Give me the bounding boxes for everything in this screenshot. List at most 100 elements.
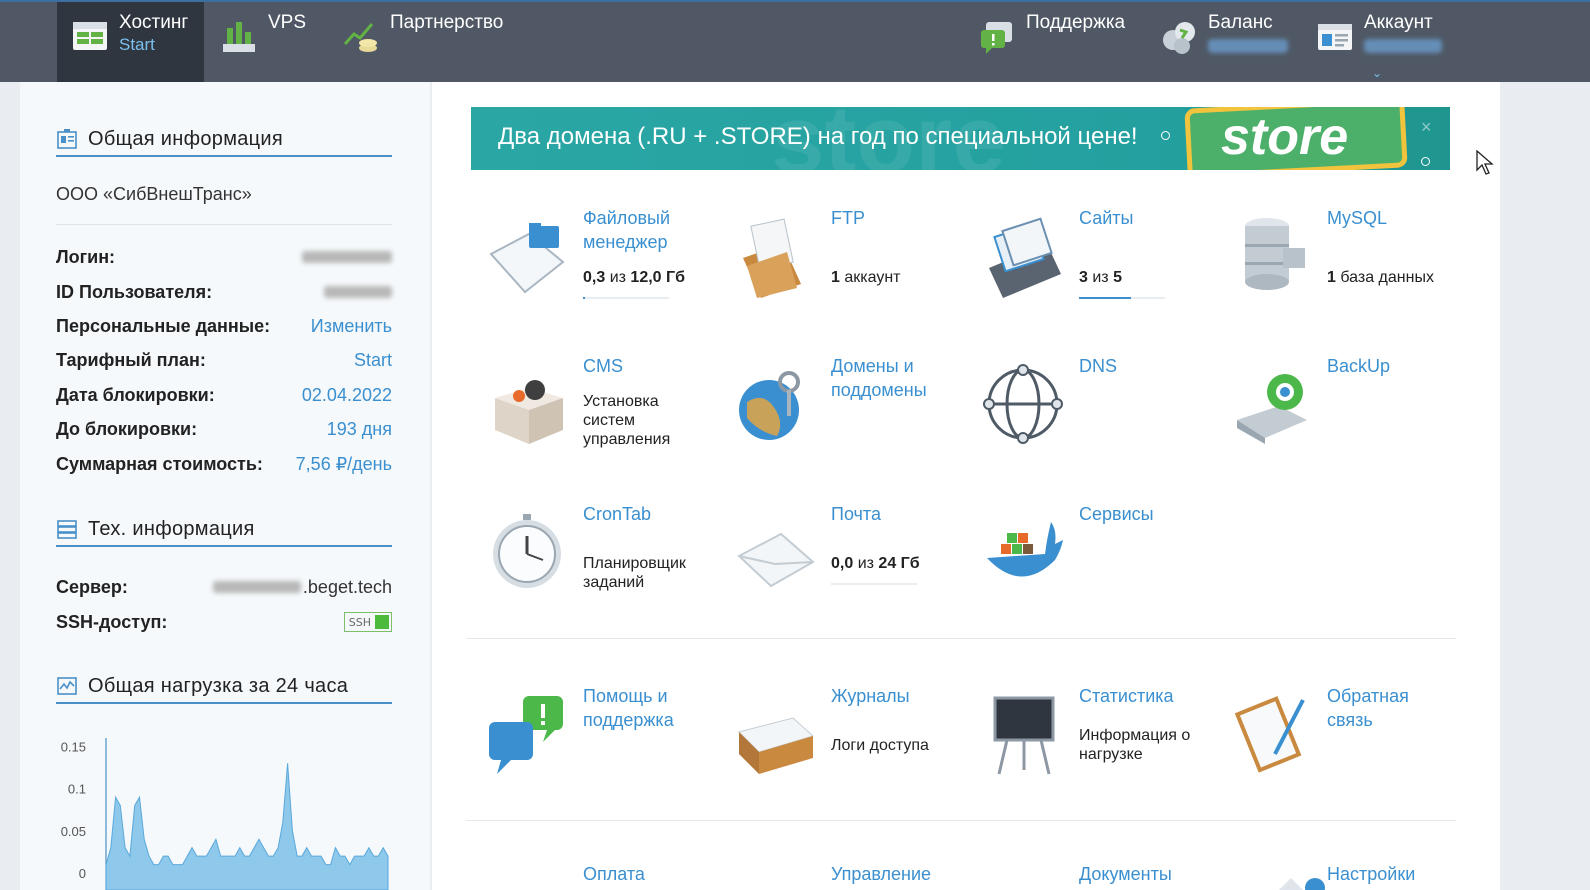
nav-hosting-plan: Start — [119, 35, 155, 54]
total-cost-label: Суммарная стоимость: — [56, 453, 263, 474]
tile-dns[interactable]: DNS — [967, 354, 1207, 484]
y-tick-label: 0 — [79, 866, 86, 881]
info-row-personal-data: Персональные данные: Изменить — [56, 313, 392, 339]
nav-partnership[interactable]: Партнерство — [342, 2, 522, 82]
tile-usage: 0,3 из 12,0 Гб — [583, 269, 685, 286]
tile-description: Установка систем управления — [583, 393, 671, 448]
block-date-label: Дата блокировки: — [56, 384, 215, 405]
chevron-down-icon[interactable]: ⌄ — [1372, 66, 1382, 80]
usage-bar — [583, 297, 669, 299]
nav-vps-label: VPS — [268, 12, 307, 33]
tile-settings[interactable]: Настройки — [1215, 862, 1455, 890]
login-value-redacted — [302, 251, 392, 263]
tile-title: Сервисы — [1079, 504, 1154, 524]
company-name: ООО «СибВнешТранс» — [56, 184, 252, 204]
tile-documents[interactable]: Документы — [967, 862, 1207, 890]
tile-domains[interactable]: Домены и поддомены — [719, 354, 959, 484]
tile-mysql[interactable]: MySQL 1 база данных — [1215, 206, 1455, 336]
tile-file-manager[interactable]: Файловый менеджер 0,3 из 12,0 Гб — [471, 206, 711, 336]
days-left-link[interactable]: 193 дня — [327, 419, 392, 440]
settings-icon — [1279, 878, 1325, 890]
user-id-label: ID Пользователя: — [56, 281, 213, 302]
tile-cms[interactable]: CMS Установка систем управления — [471, 354, 711, 484]
edit-personal-data-link[interactable]: Изменить — [311, 316, 392, 337]
banner-decor-dot — [1161, 131, 1170, 140]
info-row-ssh: SSH-доступ: SSH — [56, 609, 392, 635]
tile-title: Оплата — [583, 864, 645, 884]
tile-crontab[interactable]: CronTab Планировщик заданий — [471, 502, 711, 632]
info-row-days-left: До блокировки: 193 дня — [56, 416, 392, 442]
server-prefix-redacted — [212, 581, 301, 593]
tile-title: CMS — [583, 356, 623, 376]
general-info-header: Общая информация — [56, 123, 392, 157]
tile-sites[interactable]: Сайты 3 из 5 — [967, 206, 1207, 336]
tile-title: BackUp — [1327, 356, 1391, 376]
tariff-label: Тарифный план: — [56, 349, 206, 370]
tile-title: MySQL — [1327, 208, 1388, 228]
company-divider — [56, 224, 392, 225]
ssh-toggle-label: SSH — [348, 615, 371, 629]
ssh-label: SSH-доступ: — [56, 611, 168, 632]
sites-icon — [989, 217, 1061, 298]
account-name-redacted — [1364, 39, 1442, 53]
general-info-icon — [57, 129, 77, 149]
ftp-icon — [743, 218, 801, 298]
tile-management[interactable]: Управление — [719, 862, 959, 890]
file-manager-icon — [489, 223, 565, 294]
tile-statistics[interactable]: Статистика Информация о нагрузке — [967, 684, 1207, 814]
statistics-board-icon — [993, 696, 1055, 775]
total-cost-link[interactable]: 7,56 ₽/день — [296, 454, 392, 475]
ssh-toggle[interactable]: SSH — [343, 612, 392, 632]
tile-help[interactable]: Помощь и поддержка — [471, 684, 711, 814]
block-date-link[interactable]: 02.04.2022 — [302, 385, 392, 406]
tile-title: CronTab — [583, 504, 652, 524]
days-left-label: До блокировки: — [56, 418, 198, 439]
tile-backup[interactable]: BackUp — [1215, 354, 1455, 484]
nav-hosting[interactable]: Хостинг Start — [57, 2, 204, 82]
promo-banner[interactable]: store Два домена (.RU + .STORE) на год п… — [471, 107, 1450, 170]
tile-description: Логи доступа — [831, 737, 929, 754]
server-icon — [57, 520, 77, 539]
balance-coins-icon — [1163, 22, 1195, 54]
load-chart: 0.15 0.1 0.05 0 — [61, 738, 389, 890]
login-label: Логин: — [56, 246, 116, 267]
tile-description: Планировщик заданий — [583, 555, 686, 591]
info-row-login: Логин: — [56, 244, 392, 270]
tile-feedback[interactable]: Обратная связь — [1215, 684, 1455, 814]
mouse-pointer-icon — [1476, 150, 1494, 175]
info-row-user-id: ID Пользователя: — [56, 279, 392, 305]
balance-amount-redacted — [1208, 39, 1288, 53]
banner-close-icon[interactable]: × — [1421, 117, 1432, 138]
nav-vps[interactable]: VPS — [220, 2, 320, 82]
nav-support-label: Поддержка — [1026, 12, 1126, 33]
tile-title: Журналы — [831, 686, 910, 706]
globe-keys-icon — [739, 371, 800, 440]
nav-partnership-label: Партнерство — [390, 12, 504, 33]
tile-title: Домены и поддомены — [831, 356, 927, 400]
tile-payment[interactable]: Оплата — [471, 862, 711, 890]
dns-network-icon — [983, 364, 1063, 444]
right-gutter — [1500, 82, 1590, 890]
nav-balance-label: Баланс — [1208, 12, 1273, 33]
y-tick-label: 0.05 — [61, 824, 86, 839]
services-whale-icon — [987, 522, 1063, 577]
tile-usage: 1 аккаунт — [831, 269, 901, 286]
help-question-icon — [489, 696, 563, 774]
tile-logs[interactable]: Журналы Логи доступа — [719, 684, 959, 814]
clock-icon — [493, 514, 561, 588]
usage-bar-fill — [1079, 297, 1131, 299]
tile-title: Обратная связь — [1327, 686, 1409, 730]
tile-usage: 1 база данных — [1327, 269, 1434, 286]
cms-box-icon — [495, 380, 563, 444]
nav-account[interactable]: Аккаунт — [1316, 2, 1466, 82]
tile-services[interactable]: Сервисы — [967, 502, 1207, 632]
tile-title: Файловый менеджер — [583, 208, 671, 252]
tile-title: Почта — [831, 504, 881, 524]
section-divider — [466, 820, 1456, 821]
nav-balance[interactable]: Баланс — [1160, 2, 1300, 82]
tile-ftp[interactable]: FTP 1 аккаунт — [719, 206, 959, 336]
tile-mail[interactable]: Почта 0,0 из 24 Гб — [719, 502, 959, 632]
tariff-link[interactable]: Start — [354, 350, 392, 371]
nav-support[interactable]: Поддержка — [978, 2, 1138, 82]
vps-icon — [223, 22, 255, 52]
